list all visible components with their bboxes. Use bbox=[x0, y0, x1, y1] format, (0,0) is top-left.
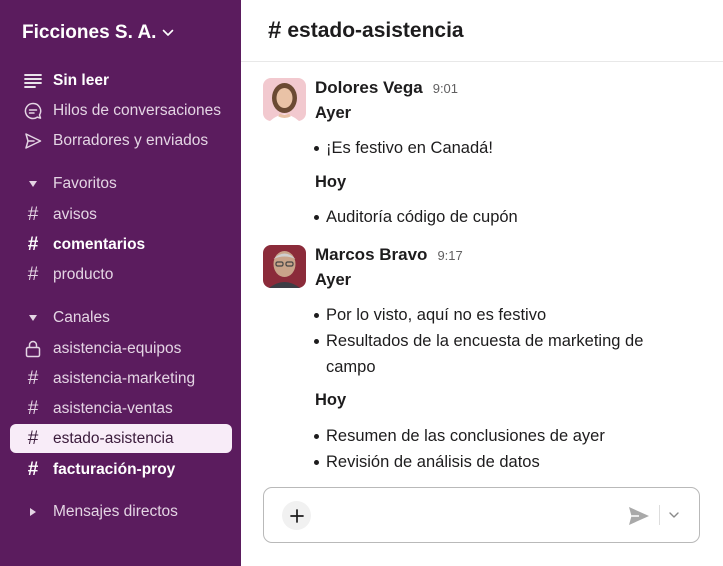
hash-icon: # bbox=[27, 459, 39, 480]
day-label: Ayer bbox=[315, 104, 352, 122]
hash-icon: # bbox=[27, 368, 39, 389]
sidebar-item-label: producto bbox=[53, 265, 114, 283]
sidebar-item-estado-asistencia[interactable]: # estado-asistencia bbox=[10, 424, 232, 453]
send-icon bbox=[23, 131, 43, 151]
unread-lines-icon bbox=[23, 71, 43, 91]
section-label: Favoritos bbox=[53, 175, 117, 192]
sidebar-item-avisos[interactable]: # avisos bbox=[10, 200, 232, 229]
sidebar-item-sin-leer[interactable]: Sin leer bbox=[10, 66, 232, 95]
sidebar-item-label: asistencia-marketing bbox=[53, 369, 196, 387]
chevron-down-icon bbox=[669, 512, 679, 518]
list-item: Revisión de análisis de datos bbox=[314, 449, 686, 475]
sidebar-item-label: Hilos de conversaciones bbox=[53, 101, 222, 119]
sidebar-item-facturacion-proy[interactable]: # facturación-proy bbox=[10, 455, 232, 484]
caret-right-icon bbox=[23, 507, 43, 517]
message-input[interactable] bbox=[324, 502, 614, 530]
sidebar-item-label: facturación-proy bbox=[53, 460, 176, 478]
list-item: Por lo visto, aquí no es festivo bbox=[314, 302, 686, 328]
avatar[interactable] bbox=[263, 245, 306, 288]
message-header: Dolores Vega 9:01 bbox=[315, 78, 458, 98]
list-item: Resumen de las conclusiones de ayer bbox=[314, 423, 686, 449]
message-header: Marcos Bravo 9:17 bbox=[315, 245, 463, 265]
chevron-down-icon bbox=[162, 29, 174, 37]
workspace-switcher[interactable]: Ficciones S. A. bbox=[22, 20, 174, 46]
workspace-name: Ficciones S. A. bbox=[22, 22, 157, 43]
avatar[interactable] bbox=[263, 78, 306, 121]
divider bbox=[659, 505, 660, 525]
sidebar-item-borradores[interactable]: Borradores y enviados bbox=[10, 126, 232, 155]
channel-hash: # bbox=[268, 16, 282, 44]
sidebar-item-producto[interactable]: # producto bbox=[10, 260, 232, 289]
message-composer bbox=[263, 487, 700, 543]
hash-icon: # bbox=[27, 264, 39, 285]
sender-name[interactable]: Marcos Bravo bbox=[315, 245, 427, 265]
day-label: Ayer bbox=[315, 271, 352, 289]
plus-icon bbox=[289, 508, 305, 524]
list-item: Resultados de la encuesta de marketing d… bbox=[314, 328, 686, 380]
send-options-button[interactable] bbox=[664, 505, 684, 525]
sidebar-item-label: asistencia-ventas bbox=[53, 399, 173, 417]
sidebar-item-asistencia-equipos[interactable]: asistencia-equipos bbox=[10, 334, 232, 363]
list-item: ¡Es festivo en Canadá! bbox=[314, 135, 686, 161]
sidebar-item-comentarios[interactable]: # comentarios bbox=[10, 230, 232, 259]
day-label: Hoy bbox=[315, 391, 347, 409]
timestamp[interactable]: 9:17 bbox=[437, 248, 462, 263]
sidebar-item-label: Sin leer bbox=[53, 71, 109, 89]
timestamp[interactable]: 9:01 bbox=[433, 81, 458, 96]
section-canales[interactable]: Canales bbox=[10, 305, 232, 331]
section-label: Mensajes directos bbox=[53, 503, 178, 520]
send-button[interactable] bbox=[627, 504, 651, 528]
sidebar-item-hilos[interactable]: Hilos de conversaciones bbox=[10, 96, 232, 125]
sidebar-item-asistencia-marketing[interactable]: # asistencia-marketing bbox=[10, 364, 232, 393]
sidebar-item-label: avisos bbox=[53, 205, 97, 223]
channel-title[interactable]: estado-asistencia bbox=[287, 19, 463, 43]
sidebar-item-label: estado-asistencia bbox=[53, 429, 174, 447]
hash-icon: # bbox=[27, 398, 39, 419]
sidebar-item-label: Borradores y enviados bbox=[53, 131, 209, 149]
hash-icon: # bbox=[27, 428, 39, 449]
threads-icon bbox=[23, 101, 43, 121]
section-mensajes-directos[interactable]: Mensajes directos bbox=[10, 499, 232, 525]
section-favoritos[interactable]: Favoritos bbox=[10, 171, 232, 197]
send-icon bbox=[628, 506, 650, 526]
sender-name[interactable]: Dolores Vega bbox=[315, 78, 423, 98]
hash-icon: # bbox=[27, 234, 39, 255]
sidebar-item-label: comentarios bbox=[53, 235, 146, 253]
section-label: Canales bbox=[53, 309, 110, 326]
sidebar-item-label: asistencia-equipos bbox=[53, 339, 182, 357]
lock-icon bbox=[23, 339, 43, 359]
channel-header: # estado-asistencia bbox=[241, 0, 723, 62]
day-label: Hoy bbox=[315, 173, 347, 191]
sidebar: Ficciones S. A. Sin leer Hilos de conver… bbox=[0, 0, 241, 566]
hash-icon: # bbox=[27, 204, 39, 225]
caret-down-icon bbox=[23, 180, 43, 188]
caret-down-icon bbox=[23, 314, 43, 322]
add-attachment-button[interactable] bbox=[282, 501, 311, 530]
channel-view: # estado-asistencia Dolores Vega 9:01 Ay… bbox=[241, 0, 723, 566]
sidebar-item-asistencia-ventas[interactable]: # asistencia-ventas bbox=[10, 394, 232, 423]
list-item: Auditoría código de cupón bbox=[314, 204, 686, 230]
